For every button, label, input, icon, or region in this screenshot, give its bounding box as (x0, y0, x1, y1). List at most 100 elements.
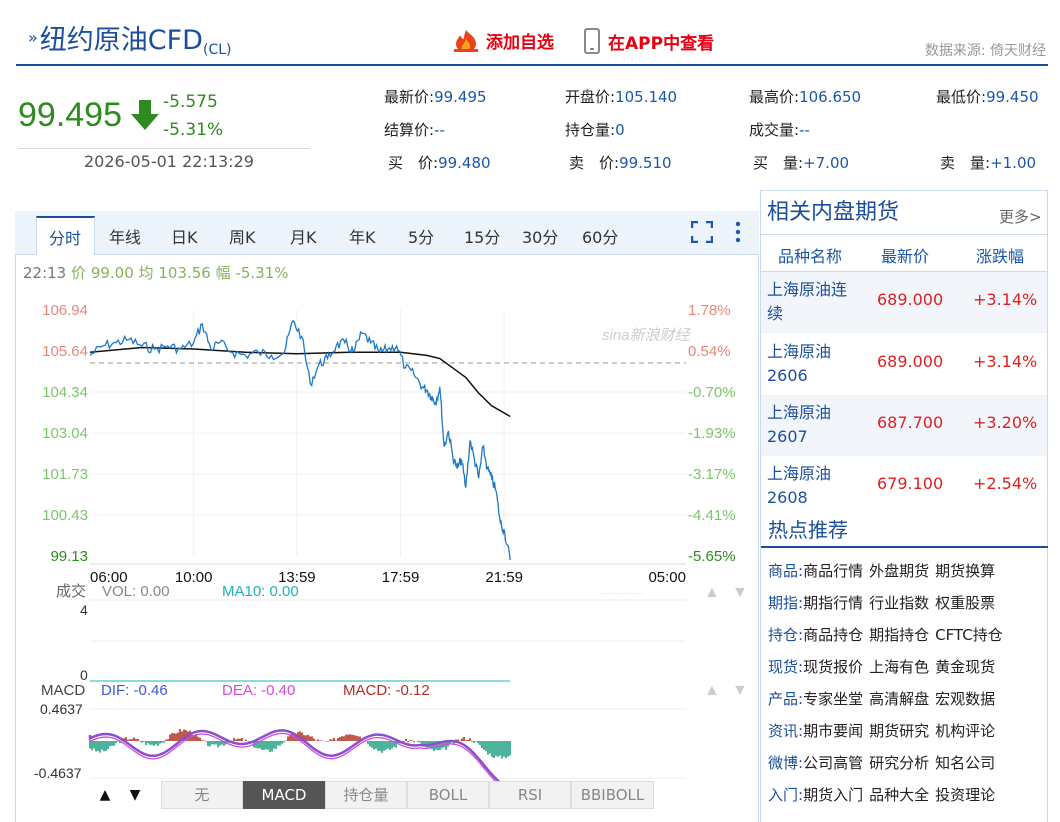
hot-link[interactable]: 机构评论 (935, 722, 995, 740)
table-row[interactable]: 上海原油2608 679.100 +2.54% (761, 456, 1047, 517)
macd-value: MACD: -0.12 (343, 682, 430, 699)
row-name[interactable]: 上海原油2606 (767, 340, 857, 388)
more-options-icon[interactable] (734, 220, 742, 244)
watermark: sina新浪财经 (602, 327, 692, 344)
time-tick: 21:59 (485, 569, 523, 586)
volume-ma10: MA10: 0.00 (222, 583, 299, 600)
view-in-app-link[interactable]: 在APP中查看 (584, 28, 714, 54)
hot-link[interactable]: 上海有色 (869, 658, 929, 676)
hot-category: 产品: (768, 690, 804, 708)
tab-30min[interactable]: 30分 (522, 224, 558, 248)
scroll-down-button[interactable]: ▼ (122, 783, 148, 807)
title-text: 纽约原油CFD (39, 25, 203, 56)
tab-15min[interactable]: 15分 (464, 224, 500, 248)
hot-link[interactable]: 期指持仓 (869, 626, 929, 644)
row-price: 689.000 (877, 290, 944, 309)
intraday-chart[interactable]: sina新浪财经 106.94105.64104.34103.04101.731… (16, 256, 758, 781)
table-row[interactable]: 上海原油连续 689.000 +3.14% (761, 272, 1047, 333)
row-name[interactable]: 上海原油2607 (767, 401, 857, 449)
volume-dots: ············· (600, 588, 643, 599)
price-change-pct: -5.31% (163, 120, 224, 140)
macd-down-icon: ▼ (732, 682, 748, 699)
indicator-bbiboll-button[interactable]: BBIBOLL (571, 781, 654, 809)
hot-link[interactable]: 商品持仓 (803, 626, 863, 644)
tab-yearly-k[interactable]: 年K (349, 224, 376, 248)
hot-link[interactable]: 品种大全 (869, 786, 929, 804)
hot-category: 微博: (768, 754, 804, 772)
pct-tick: -5.65% (688, 548, 736, 565)
scroll-up-button[interactable]: ▲ (92, 783, 118, 807)
hot-divider (761, 546, 1048, 548)
fullscreen-icon[interactable] (691, 221, 713, 243)
indicator-boll-button[interactable]: BOLL (407, 781, 489, 809)
tab-weekly-k[interactable]: 周K (229, 224, 256, 248)
hot-link[interactable]: 现货报价 (803, 658, 863, 676)
col-header-change: 涨跌幅 (976, 247, 1025, 266)
stat-ask: 卖 价:99.510 (569, 154, 672, 172)
hot-link[interactable]: CFTC持仓 (935, 626, 1003, 644)
row-price: 687.700 (877, 413, 944, 432)
price-tick: 106.94 (42, 302, 88, 319)
quote-time: 2026-05-01 22:13:29 (84, 152, 254, 171)
hot-link[interactable]: 商品行情 (803, 562, 863, 580)
hot-link[interactable]: 行业指数 (869, 594, 929, 612)
row-name[interactable]: 上海原油2608 (767, 462, 857, 510)
instrument-title: »纽约原油CFD(CL) (28, 18, 231, 58)
row-change: +2.54% (973, 474, 1038, 493)
tab-5min[interactable]: 5分 (408, 224, 434, 248)
add-watchlist-label: 添加自选 (486, 33, 554, 53)
pct-tick: 1.78% (688, 302, 731, 319)
hot-link[interactable]: 外盘期货 (869, 562, 929, 580)
price-tick: 100.43 (42, 507, 88, 524)
hot-link[interactable]: 黄金现货 (935, 658, 995, 676)
tab-monthly-k[interactable]: 月K (290, 224, 317, 248)
table-row[interactable]: 上海原油2606 689.000 +3.14% (761, 334, 1047, 395)
hot-link[interactable]: 期指行情 (803, 594, 863, 612)
hot-link[interactable]: 专家坐堂 (803, 690, 863, 708)
macd-tick-bottom: -0.4637 (34, 765, 82, 781)
time-axis: 06:00 10:00 13:59 17:59 21:59 05:00 (90, 569, 686, 586)
hot-link[interactable]: 高清解盘 (869, 690, 929, 708)
tab-daily-k[interactable]: 日K (171, 224, 198, 248)
table-row[interactable]: 上海原油2607 687.700 +3.20% (761, 395, 1047, 456)
pct-tick: -4.41% (688, 507, 736, 524)
avg-price-line (89, 346, 511, 418)
time-tick: 05:00 (648, 569, 686, 586)
row-change: +3.20% (973, 413, 1038, 432)
hot-link[interactable]: 期市要闻 (803, 722, 863, 740)
hot-link-row: 现货:现货报价 上海有色 黄金现货 (768, 656, 1001, 677)
arrow-down-icon (131, 100, 159, 130)
row-price: 679.100 (877, 474, 944, 493)
volume-tick-top: 4 (80, 602, 88, 618)
hot-link[interactable]: 知名公司 (935, 754, 995, 772)
tab-60min[interactable]: 60分 (582, 224, 618, 248)
hot-link[interactable]: 期货换算 (935, 562, 995, 580)
stat-open: 开盘价:105.140 (565, 88, 678, 106)
hot-link[interactable]: 投资理论 (935, 786, 995, 804)
indicator-rsi-button[interactable]: RSI (489, 781, 571, 809)
row-change: +3.14% (973, 352, 1038, 371)
hot-link[interactable]: 公司高管 (803, 754, 863, 772)
hot-link-row: 产品:专家坐堂 高清解盘 宏观数据 (768, 688, 1001, 709)
price-tick: 103.04 (42, 425, 88, 442)
add-watchlist-button[interactable]: 添加自选 (452, 28, 554, 53)
more-link[interactable]: 更多> (999, 206, 1042, 227)
hot-link[interactable]: 宏观数据 (935, 690, 995, 708)
macd-dif: DIF: -0.46 (101, 682, 168, 699)
macd-up-icon: ▲ (704, 682, 720, 699)
macd-label: MACD (41, 682, 85, 699)
hot-link[interactable]: 期货入门 (803, 786, 863, 804)
indicator-oi-button[interactable]: 持仓量 (325, 781, 407, 809)
related-futures-title: 相关内盘期货 (767, 200, 900, 225)
tab-year-line[interactable]: 年线 (109, 224, 141, 248)
indicator-macd-button[interactable]: MACD (243, 781, 325, 809)
hot-link[interactable]: 权重股票 (935, 594, 995, 612)
tab-intraday[interactable]: 分时 (49, 225, 81, 249)
row-name[interactable]: 上海原油连续 (767, 278, 857, 326)
stat-open-interest: 持仓量:0 (565, 121, 625, 139)
hot-category: 商品: (768, 562, 804, 580)
indicator-none-button[interactable]: 无 (161, 781, 243, 809)
hot-link[interactable]: 研究分析 (869, 754, 929, 772)
hot-link[interactable]: 期货研究 (869, 722, 929, 740)
stat-bid: 买 价:99.480 (388, 154, 491, 172)
